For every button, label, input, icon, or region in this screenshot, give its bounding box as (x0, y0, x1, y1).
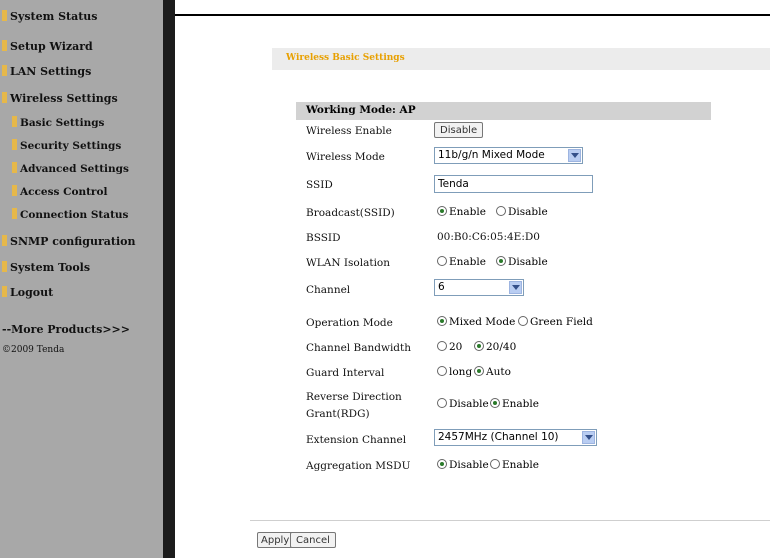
wireless-mode-value: 11b/g/n Mixed Mode (438, 149, 545, 161)
nav-marker-icon (12, 139, 17, 150)
rdg-label: Reverse Direction Grant(RDG) (306, 390, 402, 421)
bssid-value: 00:B0:C6:05:4E:D0 (437, 231, 540, 243)
sidebar: System Status Setup Wizard LAN Settings … (0, 0, 175, 558)
radio-unchecked-icon[interactable] (437, 366, 447, 376)
rdg-disable-option[interactable]: Disable (437, 398, 489, 410)
bssid-label: BSSID (306, 232, 341, 244)
radio-unchecked-icon[interactable] (518, 316, 528, 326)
sidebar-item-snmp-configuration[interactable]: SNMP configuration (2, 233, 136, 251)
nav-marker-icon (2, 286, 7, 297)
extension-channel-label: Extension Channel (306, 434, 407, 446)
broadcast-disable-option[interactable]: Disable (496, 206, 548, 218)
operation-mixed-mode-option[interactable]: Mixed Mode (437, 316, 515, 328)
nav-marker-icon (2, 65, 7, 76)
sidebar-item-access-control[interactable]: Access Control (12, 183, 107, 201)
chevron-down-icon (568, 149, 581, 162)
page-title: Wireless Basic Settings (286, 53, 405, 63)
rdg-label-line1: Reverse Direction (306, 391, 402, 403)
nav-marker-icon (2, 40, 7, 51)
copyright-text: ©2009 Tenda (2, 345, 65, 355)
nav-marker-icon (2, 261, 7, 272)
sidebar-item-system-tools[interactable]: System Tools (2, 259, 90, 277)
sidebar-item-lan-settings[interactable]: LAN Settings (2, 63, 91, 81)
nav-marker-icon (12, 208, 17, 219)
radio-unchecked-icon[interactable] (490, 459, 500, 469)
radio-unchecked-icon[interactable] (437, 341, 447, 351)
wireless-enable-label: Wireless Enable (306, 125, 392, 137)
guard-long-option[interactable]: long (437, 366, 472, 378)
sidebar-item-security-settings[interactable]: Security Settings (12, 137, 121, 155)
channel-value: 6 (438, 281, 445, 293)
nav-marker-icon (12, 185, 17, 196)
radio-unchecked-icon[interactable] (437, 256, 447, 266)
radio-checked-icon[interactable] (474, 341, 484, 351)
section-header: Working Mode: AP (296, 102, 711, 120)
msdu-disable-option[interactable]: Disable (437, 459, 489, 471)
nav-marker-icon (2, 92, 7, 103)
ssid-input[interactable]: Tenda (434, 175, 593, 193)
section-title: Working Mode: AP (306, 104, 416, 116)
channel-select[interactable]: 6 (434, 279, 524, 296)
bandwidth-20-option[interactable]: 20 (437, 341, 462, 353)
wireless-disable-button[interactable]: Disable (434, 122, 484, 138)
sidebar-item-logout[interactable]: Logout (2, 284, 53, 302)
guard-interval-label: Guard Interval (306, 367, 385, 379)
wireless-mode-label: Wireless Mode (306, 151, 385, 163)
extension-channel-select[interactable]: 2457MHz (Channel 10) (434, 429, 597, 446)
radio-unchecked-icon[interactable] (496, 206, 506, 216)
channel-bandwidth-label: Channel Bandwidth (306, 342, 411, 354)
radio-unchecked-icon[interactable] (437, 398, 447, 408)
radio-checked-icon[interactable] (437, 316, 447, 326)
rdg-enable-option[interactable]: Enable (490, 398, 539, 410)
bandwidth-20-40-option[interactable]: 20/40 (474, 341, 516, 353)
broadcast-enable-option[interactable]: Enable (437, 206, 486, 218)
msdu-enable-option[interactable]: Enable (490, 459, 539, 471)
chevron-down-icon (582, 431, 595, 444)
chevron-down-icon (509, 281, 522, 294)
sidebar-edge (163, 0, 175, 558)
nav-marker-icon (2, 235, 7, 246)
footer-divider (250, 520, 770, 521)
nav-marker-icon (12, 116, 17, 127)
operation-mode-label: Operation Mode (306, 317, 393, 329)
rdg-label-line2: Grant(RDG) (306, 408, 370, 420)
cancel-button[interactable]: Cancel (290, 532, 336, 548)
guard-auto-option[interactable]: Auto (474, 366, 511, 378)
wlan-isolation-enable-option[interactable]: Enable (437, 256, 486, 268)
top-rule (175, 14, 770, 16)
extension-channel-value: 2457MHz (Channel 10) (438, 431, 559, 443)
radio-checked-icon[interactable] (437, 206, 447, 216)
sidebar-item-basic-settings[interactable]: Basic Settings (12, 114, 104, 132)
radio-checked-icon[interactable] (496, 256, 506, 266)
more-products-link[interactable]: --More Products>>> (2, 323, 130, 336)
radio-checked-icon[interactable] (490, 398, 500, 408)
sidebar-item-system-status[interactable]: System Status (2, 8, 98, 26)
apply-button[interactable]: Apply (257, 532, 294, 548)
nav-marker-icon (12, 162, 17, 173)
nav-marker-icon (2, 10, 7, 21)
sidebar-item-advanced-settings[interactable]: Advanced Settings (12, 160, 129, 178)
aggregation-msdu-label: Aggregation MSDU (306, 460, 411, 472)
channel-label: Channel (306, 284, 351, 296)
radio-checked-icon[interactable] (474, 366, 484, 376)
sidebar-item-setup-wizard[interactable]: Setup Wizard (2, 38, 93, 56)
operation-green-field-option[interactable]: Green Field (518, 316, 593, 328)
wireless-mode-select[interactable]: 11b/g/n Mixed Mode (434, 147, 583, 164)
wlan-isolation-disable-option[interactable]: Disable (496, 256, 548, 268)
sidebar-item-connection-status[interactable]: Connection Status (12, 206, 128, 224)
page-banner: Wireless Basic Settings (272, 48, 770, 70)
ssid-label: SSID (306, 179, 333, 191)
sidebar-item-wireless-settings[interactable]: Wireless Settings (2, 90, 118, 108)
radio-checked-icon[interactable] (437, 459, 447, 469)
broadcast-label: Broadcast(SSID) (306, 207, 395, 219)
wlan-isolation-label: WLAN Isolation (306, 257, 391, 269)
